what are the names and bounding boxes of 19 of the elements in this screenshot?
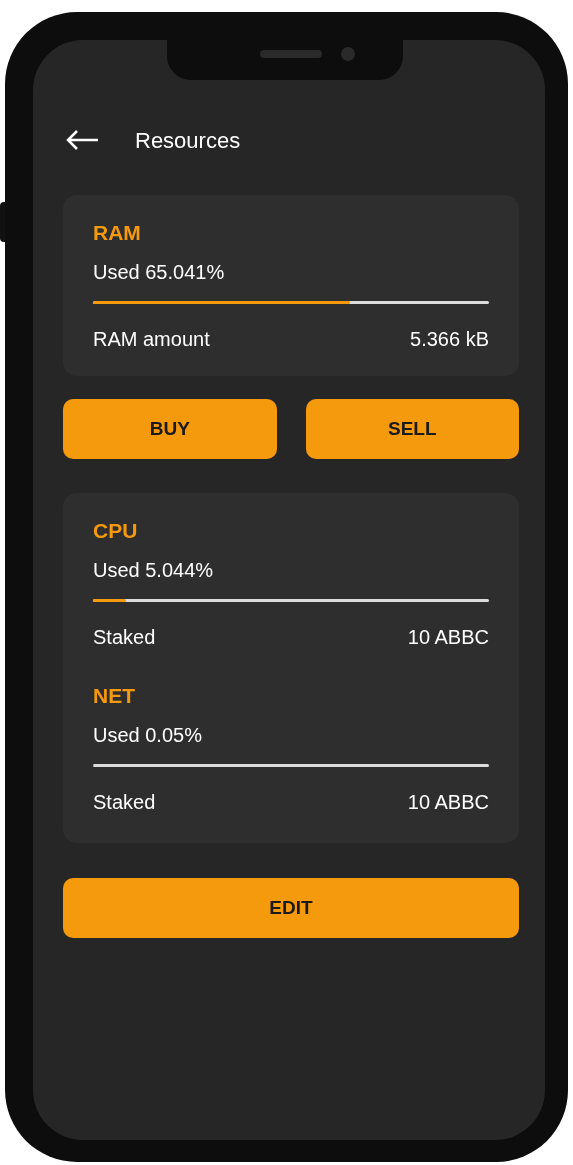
row-value: 10 ABBC [407, 625, 489, 650]
edit-button[interactable]: EDIT [63, 878, 519, 938]
row-value: 5.366 kB [410, 327, 489, 352]
screen-title: Resources [135, 126, 241, 155]
section-title: RAM [93, 221, 142, 245]
side-button-icon [0, 202, 5, 242]
usage-text: Used 5.044% [93, 558, 215, 583]
usage-text: Used 65.041% [93, 260, 226, 285]
sell-button[interactable]: SELL [305, 399, 519, 459]
row-label: Staked [93, 625, 156, 650]
row-label: RAM amount [93, 327, 210, 352]
section-title: CPU [93, 519, 139, 543]
buy-button[interactable]: BUY [63, 399, 277, 459]
speaker-icon [260, 50, 322, 58]
row-value: 10 ABBC [407, 790, 489, 815]
back-arrow-icon[interactable] [65, 129, 99, 151]
section-title: NET [93, 684, 136, 708]
usage-text: Used 0.05% [93, 723, 203, 748]
row-label: Staked [93, 790, 156, 815]
